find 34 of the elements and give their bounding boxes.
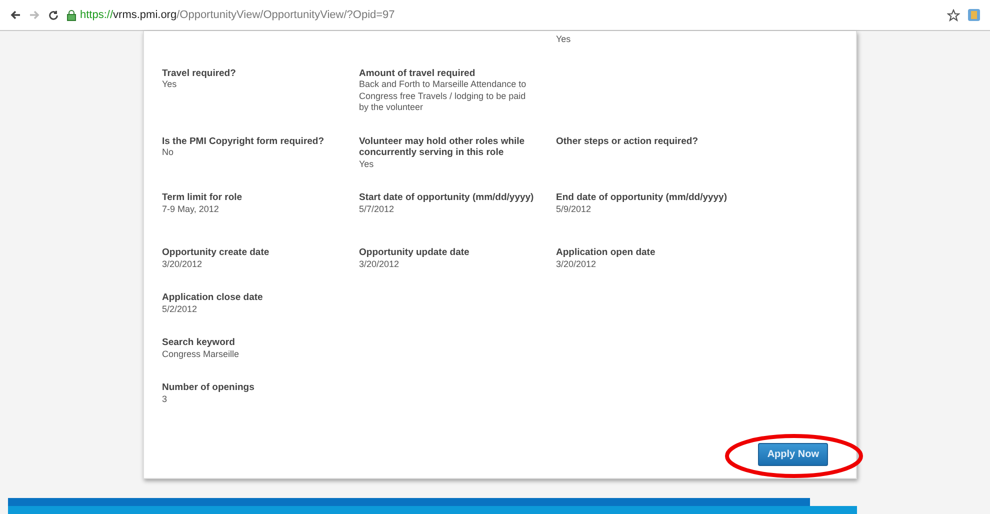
field-label: Opportunity create date <box>162 247 270 258</box>
field-value: 5/7/2012 <box>359 204 396 215</box>
star-icon[interactable] <box>947 8 960 22</box>
field-value: 5/2/2012 <box>162 304 198 315</box>
field-label: End date of opportunity (mm/dd/yyyy) <box>556 192 728 204</box>
address-field[interactable]: https://vrms.pmi.org/OpportunityView/OpportunityView/?Opid=97 <box>67 9 939 21</box>
field-value: Yes <box>359 158 375 170</box>
field-label: Amount of travel required <box>359 68 476 79</box>
field-value: 3 <box>162 394 168 405</box>
field-label: Is the PMI Copyright form required? <box>162 136 326 147</box>
field-value: 7-9 May, 2012 <box>162 204 220 215</box>
field-label: Travel required? <box>162 68 237 79</box>
field-label: Number of openings <box>162 382 256 394</box>
field-label: Other steps or action required? <box>556 136 699 147</box>
field-value: Yes <box>556 34 572 46</box>
field-value: No <box>162 147 175 158</box>
field-label: Term limit for role <box>162 192 244 204</box>
field-value: 5/9/2012 <box>556 204 592 215</box>
field-label: Opportunity update date <box>359 247 470 258</box>
field-label: Volunteer may hold other roles while concurrently serving in this role <box>359 136 526 158</box>
field-label: Search keyword <box>162 337 236 348</box>
field-value: Congress Marseille <box>162 348 240 360</box>
reload-icon[interactable] <box>48 10 59 20</box>
padlock-icon <box>67 10 76 20</box>
field-label: Application open date <box>556 247 656 258</box>
field-value: 3/20/2012 <box>556 258 598 270</box>
apply-now-button[interactable]: Apply Now <box>758 443 828 466</box>
field-value: Yes <box>162 79 178 90</box>
field-value: 3/20/2012 <box>359 258 400 270</box>
field-label: Application close date <box>162 292 264 304</box>
field-label: Start date of opportunity (mm/dd/yyyy) <box>359 192 535 204</box>
field-value: Back and Forth to Marseille Attendance to Congress free Travels / lodging to be paid by the volunteer <box>359 79 528 114</box>
field-value: 3/20/2012 <box>162 258 204 270</box>
back-icon[interactable] <box>10 10 21 20</box>
